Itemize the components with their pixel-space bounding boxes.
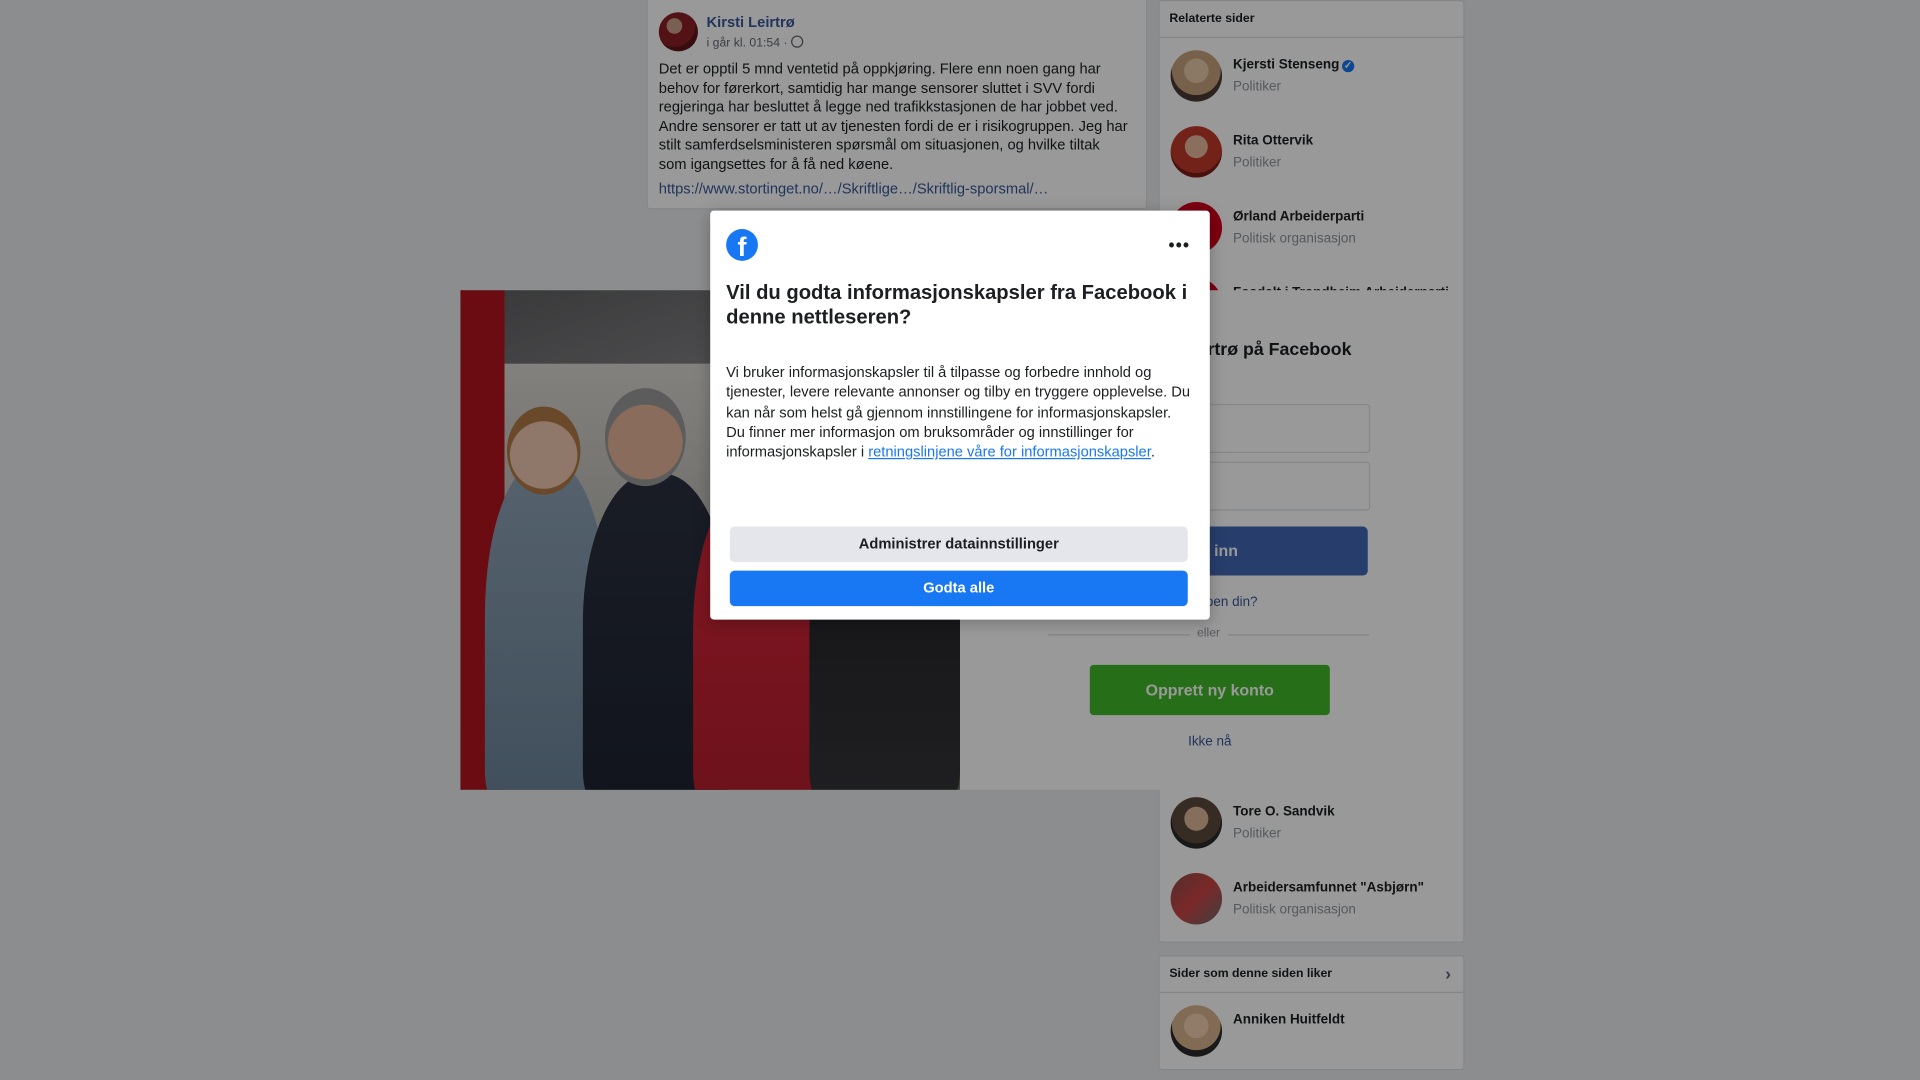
dialog-body: Vi bruker informasjonskapsler til å tilp…	[726, 362, 1194, 462]
dialog-body-end: .	[1150, 443, 1155, 461]
facebook-logo-icon: f	[726, 228, 758, 261]
dialog-title: Vil du godta informasjonskapsler fra Fac…	[726, 281, 1188, 329]
manage-data-settings-button[interactable]: Administrer datainnstillinger	[729, 526, 1188, 563]
more-options-icon[interactable]: •••	[1169, 235, 1191, 255]
cookie-policy-link[interactable]: retningslinjene våre for informasjonskap…	[868, 443, 1151, 460]
accept-all-button[interactable]: Godta alle	[729, 570, 1188, 607]
cookie-consent-dialog: f ••• Vil du godta informasjonskapsler f…	[710, 210, 1210, 620]
